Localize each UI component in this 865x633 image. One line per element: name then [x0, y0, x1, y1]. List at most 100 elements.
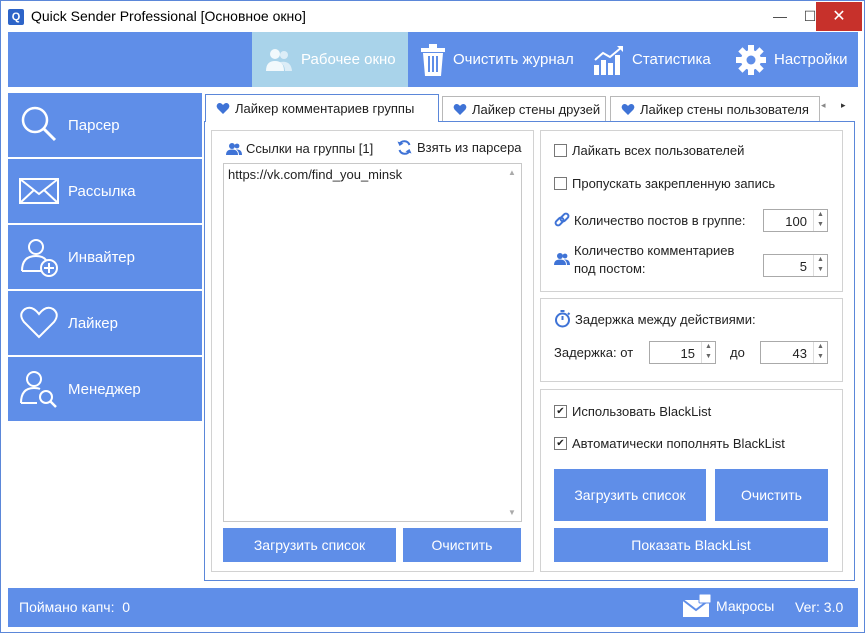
- nav-work-window[interactable]: Рабочее окно: [252, 32, 408, 87]
- scroll-up-icon[interactable]: ▲: [508, 168, 516, 177]
- delay-from-label: Задержка: от: [554, 345, 634, 360]
- stepper-arrows[interactable]: ▲ ▼: [813, 210, 827, 231]
- sidebar-item-label: Лайкер: [68, 315, 118, 332]
- chart-icon: [594, 45, 623, 75]
- heart-icon: [453, 104, 467, 115]
- users-icon: [266, 48, 292, 71]
- delay-to-stepper[interactable]: 43 ▲ ▼: [760, 341, 828, 364]
- checkbox-label: Лайкать всех пользователей: [572, 143, 745, 158]
- sidebar-item-label: Парсер: [68, 117, 120, 134]
- checkbox-label: Использовать BlackList: [572, 404, 712, 419]
- heart-icon: [621, 104, 635, 115]
- delay-title: Задержка между действиями:: [554, 310, 756, 328]
- delay-to-value: 43: [792, 346, 807, 361]
- auto-fill-blacklist-checkbox[interactable]: Автоматически пополнять BlackList: [554, 436, 785, 451]
- users-icon: [226, 143, 242, 155]
- nav-statistics[interactable]: Статистика: [593, 32, 723, 87]
- sidebar-item-label: Инвайтер: [68, 249, 135, 266]
- checkbox-label: Пропускать закрепленную запись: [572, 176, 776, 191]
- blacklist-clear-button[interactable]: Очистить: [715, 469, 828, 521]
- nav-clear-log[interactable]: Очистить журнал: [420, 32, 580, 87]
- checkbox-box[interactable]: [554, 437, 567, 450]
- checkbox-box[interactable]: [554, 177, 567, 190]
- heart-icon: [20, 306, 58, 339]
- comments-count-value: 5: [799, 259, 807, 274]
- blacklist-load-list-button[interactable]: Загрузить список: [554, 469, 706, 521]
- add-user-icon: [21, 239, 58, 277]
- envelope-icon: [19, 178, 59, 204]
- stepper-arrows[interactable]: ▲ ▼: [813, 255, 827, 276]
- main-window: Q Quick Sender Professional [Основное ок…: [0, 0, 865, 633]
- tab-user-wall-liker[interactable]: Лайкер стены пользователя: [610, 96, 820, 122]
- tab-scroll-left[interactable]: ◂: [821, 100, 826, 111]
- tab-label: Лайкер комментариев группы: [235, 101, 415, 116]
- show-blacklist-button[interactable]: Показать BlackList: [554, 528, 828, 562]
- users-icon: [554, 253, 570, 265]
- title-bar: Q Quick Sender Professional [Основное ок…: [1, 1, 864, 32]
- nav-statistics-label: Статистика: [632, 51, 711, 68]
- comments-count-text-1: Количество комментариев: [574, 243, 735, 258]
- top-nav: Рабочее окно Очистить журнал Статистика …: [8, 32, 858, 87]
- app-logo-icon: Q: [8, 9, 24, 25]
- sidebar-item-label: Рассылка: [68, 183, 136, 200]
- checkbox-label: Автоматически пополнять BlackList: [572, 436, 785, 451]
- groups-links-textarea[interactable]: https://vk.com/find_you_minsk ▲ ▼: [223, 163, 522, 522]
- nav-settings[interactable]: Настройки: [735, 32, 865, 87]
- sidebar-item-inviter[interactable]: Инвайтер: [8, 225, 202, 289]
- posts-count-value: 100: [785, 214, 807, 229]
- groups-links-text: Ссылки на группы [1]: [246, 141, 374, 156]
- macros-label: Макросы: [716, 598, 775, 614]
- tab-scroll-right[interactable]: ▸: [841, 100, 846, 111]
- sidebar: Парсер Рассылка Инвайтер Лайкер Менеджер: [8, 93, 202, 423]
- sidebar-item-label: Менеджер: [68, 381, 141, 398]
- scroll-down-icon[interactable]: ▼: [508, 508, 516, 517]
- captcha-counter: Поймано капч: 0: [19, 599, 130, 615]
- trash-icon: [421, 43, 445, 76]
- sidebar-item-mailing[interactable]: Рассылка: [8, 159, 202, 223]
- posts-count-label: Количество постов в группе:: [554, 212, 746, 228]
- captcha-count: 0: [122, 599, 131, 615]
- checkbox-box[interactable]: [554, 144, 567, 157]
- tab-group-comments-liker[interactable]: Лайкер комментариев группы: [205, 94, 439, 122]
- tab-friends-wall-liker[interactable]: Лайкер стены друзей: [442, 96, 606, 122]
- groups-clear-button[interactable]: Очистить: [403, 528, 521, 562]
- delay-from-value: 15: [680, 346, 695, 361]
- delay-title-text: Задержка между действиями:: [575, 311, 756, 327]
- stepper-arrows[interactable]: ▲ ▼: [701, 342, 715, 363]
- groups-load-list-button[interactable]: Загрузить список: [223, 528, 396, 562]
- macros-button[interactable]: Макросы: [682, 594, 774, 618]
- nav-settings-label: Настройки: [774, 51, 848, 68]
- delay-to-label: до: [730, 345, 745, 360]
- groups-links-label: Ссылки на группы [1]: [226, 141, 373, 156]
- take-from-parser-label: Взять из парсера: [417, 140, 522, 155]
- stepper-arrows[interactable]: ▲ ▼: [813, 342, 827, 363]
- user-search-icon: [20, 371, 57, 408]
- textarea-scrollbar[interactable]: ▲ ▼: [504, 164, 521, 521]
- comments-count-text-2: под постом:: [574, 261, 646, 276]
- comments-count-label: Количество комментариев под постом:: [554, 242, 734, 278]
- nav-clear-label: Очистить журнал: [453, 51, 574, 68]
- sidebar-item-manager[interactable]: Менеджер: [8, 357, 202, 421]
- version-label: Ver: 3.0: [795, 599, 844, 615]
- posts-count-stepper[interactable]: 100 ▲ ▼: [763, 209, 828, 232]
- comments-count-stepper[interactable]: 5 ▲ ▼: [763, 254, 828, 277]
- close-button[interactable]: ✕: [816, 2, 862, 31]
- tab-label: Лайкер стены друзей: [472, 102, 601, 117]
- gear-icon: [736, 44, 766, 75]
- window-title: Quick Sender Professional [Основное окно…: [31, 8, 306, 24]
- heart-icon: [216, 103, 230, 114]
- link-icon: [554, 212, 570, 227]
- sidebar-item-parser[interactable]: Парсер: [8, 93, 202, 157]
- take-from-parser-button[interactable]: Взять из парсера: [397, 140, 522, 155]
- stopwatch-icon: [555, 310, 571, 328]
- skip-pinned-checkbox[interactable]: Пропускать закрепленную запись: [554, 176, 775, 191]
- refresh-icon: [397, 140, 412, 155]
- like-all-users-checkbox[interactable]: Лайкать всех пользователей: [554, 143, 744, 158]
- delay-from-stepper[interactable]: 15 ▲ ▼: [649, 341, 716, 364]
- use-blacklist-checkbox[interactable]: Использовать BlackList: [554, 404, 711, 419]
- tab-label: Лайкер стены пользователя: [640, 102, 809, 117]
- sidebar-item-liker[interactable]: Лайкер: [8, 291, 202, 355]
- envelope-icon: [682, 594, 712, 617]
- checkbox-box[interactable]: [554, 405, 567, 418]
- minimize-button[interactable]: —: [764, 1, 796, 32]
